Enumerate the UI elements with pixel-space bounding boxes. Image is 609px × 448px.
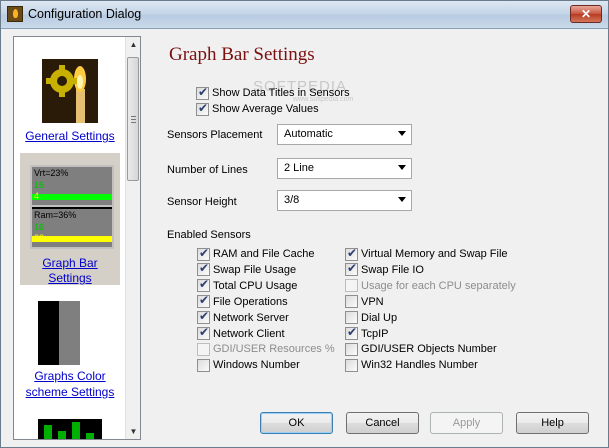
sensor-height-label: Sensor Height [167,196,237,208]
sensor-checkbox: Usage for each CPU separately [345,279,516,293]
sensors-placement-label: Sensors Placement [167,129,263,141]
cancel-button[interactable]: Cancel [346,412,419,434]
sensor-label: Virtual Memory and Swap File [361,248,508,260]
sensor-checkbox[interactable]: Swap File Usage [197,261,297,277]
sensor-checkbox[interactable]: GDI/USER Objects Number [345,342,497,356]
help-button[interactable]: Help [516,412,589,434]
apply-button[interactable]: Apply [430,412,503,434]
sensor-checkbox: GDI/USER Resources % [197,342,335,356]
sensor-label: Network Server [213,311,289,324]
checkbox-box [197,342,210,356]
color-scheme-icon [38,301,102,365]
sensors-placement-select[interactable]: Automatic [277,124,412,145]
scroll-thumb[interactable] [127,57,139,181]
sensor-height-select[interactable]: 3/8 [277,190,412,211]
sidebar-scrollbar[interactable]: ▲ ▼ [125,37,140,439]
sensor-label: Win32 Handles Number [361,359,478,372]
sidebar-item-general-settings[interactable]: General Settings [20,39,120,151]
gear-candle-icon [42,59,98,123]
checkbox-box[interactable] [345,342,358,356]
app-candle-icon [7,6,23,22]
checkbox-box[interactable] [197,261,210,277]
sensor-checkbox[interactable]: Win32 Handles Number [345,358,478,372]
sensor-checkbox[interactable]: Network Server [197,309,289,325]
sensor-checkbox[interactable]: VPN [345,295,384,309]
sensor-label: GDI/USER Resources % [213,343,335,356]
sidebar-item-label-line1: Graph Bar [42,256,98,270]
number-of-lines-select[interactable]: 2 Line [277,158,412,179]
window-title: Configuration Dialog [28,7,142,21]
checkbox-box[interactable] [196,85,209,100]
sensor-checkbox[interactable]: Dial Up [345,311,397,325]
sensor-label: TcpIP [361,327,389,340]
checkbox-box[interactable] [197,358,210,372]
checkbox-box[interactable] [345,261,358,277]
sensor-checkbox[interactable]: Virtual Memory and Swap File [345,246,508,261]
checkbox-box[interactable] [197,246,210,261]
number-of-lines-label: Number of Lines [167,164,248,176]
checkbox-box[interactable] [197,309,210,325]
sensor-label: Swap File Usage [213,263,297,276]
scroll-down-arrow-icon[interactable]: ▼ [126,424,140,439]
sensor-label: Total CPU Usage [213,279,298,292]
next-category-icon[interactable] [38,419,102,440]
sensor-label: Windows Number [213,359,300,372]
sidebar-item-graphs-color-scheme[interactable]: Graphs Color scheme Settings [20,289,120,401]
sensor-checkbox[interactable]: RAM and File Cache [197,246,315,261]
checkbox-box[interactable] [345,246,358,261]
sidebar-item-graph-bar-settings[interactable]: Vrt=23% 16 4 Ram=36% 16 22 Graph Bar Set… [20,153,120,285]
graph-bar-preview: Vrt=23% 16 4 Ram=36% 16 22 [30,165,114,249]
sensor-checkbox[interactable]: Network Client [197,325,285,341]
sensor-label: Usage for each CPU separately [361,279,516,292]
title-bar[interactable]: Configuration Dialog ✕ [1,1,608,29]
configuration-dialog-window: Configuration Dialog ✕ General Settings … [0,0,609,448]
show-average-values-checkbox[interactable]: Show Average Values [196,101,319,116]
checkbox-box[interactable] [345,325,358,340]
sensor-checkbox[interactable]: TcpIP [345,325,389,341]
sensor-label: RAM and File Cache [213,248,315,260]
sensor-label: File Operations [213,295,288,308]
page-title: Graph Bar Settings [169,44,315,65]
scroll-up-arrow-icon[interactable]: ▲ [126,37,140,52]
checkbox-box[interactable] [345,358,358,372]
sensor-checkbox[interactable]: Windows Number [197,358,300,372]
settings-category-list: General Settings Vrt=23% 16 4 Ram=36% 16 [13,36,141,440]
checkbox-box[interactable] [196,101,209,116]
show-data-titles-checkbox[interactable]: Show Data Titles in Sensors [196,85,350,100]
sensor-label: GDI/USER Objects Number [361,343,497,356]
sensor-checkbox[interactable]: File Operations [197,293,288,309]
checkbox-box[interactable] [345,295,358,309]
sensor-checkbox[interactable]: Swap File IO [345,261,424,277]
sidebar-item-label-line2: scheme Settings [25,385,115,399]
chevron-down-icon[interactable] [398,131,406,136]
sensor-label: Network Client [213,327,285,340]
sidebar-item-label: General Settings [25,129,115,143]
chevron-down-icon[interactable] [398,197,406,202]
checkbox-box[interactable] [197,277,210,293]
checkbox-box[interactable] [345,311,358,325]
enabled-sensors-label: Enabled Sensors [167,229,251,241]
sensor-checkbox[interactable]: Total CPU Usage [197,277,298,293]
chevron-down-icon[interactable] [398,165,406,170]
sidebar-item-label-line2: Settings [48,271,92,285]
sensor-label: Dial Up [361,311,398,324]
dialog-client-area: General Settings Vrt=23% 16 4 Ram=36% 16 [1,30,608,447]
close-button[interactable]: ✕ [570,5,602,23]
checkbox-box[interactable] [197,325,210,340]
sidebar-item-label-line1: Graphs Color [34,369,106,383]
checkbox-box [345,279,358,293]
checkbox-box[interactable] [197,293,210,309]
sensor-label: Swap File IO [361,263,424,276]
ok-button[interactable]: OK [260,412,333,434]
sensor-label: VPN [361,295,384,308]
